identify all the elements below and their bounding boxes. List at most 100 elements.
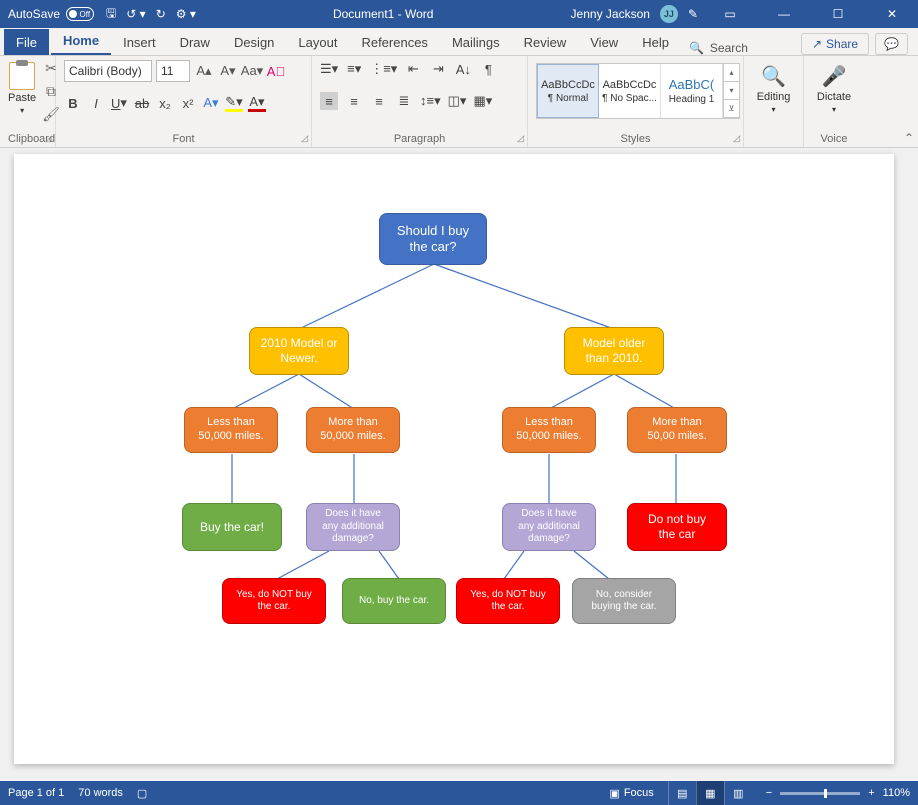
align-center-icon[interactable]: ≡ [345,92,363,110]
tab-insert[interactable]: Insert [111,29,168,55]
tab-home[interactable]: Home [51,27,111,55]
paragraph-launcher-icon[interactable]: ◿ [517,133,524,144]
node-damage-b[interactable]: Does it have any additional damage? [502,503,596,551]
save-icon[interactable]: 🖫 [106,4,116,25]
style-name: ¶ No Spac... [602,93,657,104]
line-spacing-icon[interactable]: ↕≡▾ [420,92,441,110]
node-no-consider[interactable]: No, consider buying the car. [572,578,676,624]
strikethrough-icon[interactable]: ab [133,94,151,112]
italic-icon[interactable]: I [87,94,105,112]
styles-down-icon[interactable]: ▾ [724,82,739,100]
drawing-mode-icon[interactable]: ✎ [688,7,698,21]
zoom-slider[interactable] [780,792,860,795]
subscript-icon[interactable]: x₂ [156,94,174,112]
shading-icon[interactable]: ◫▾ [448,92,467,110]
node-root[interactable]: Should I buy the car? [379,213,487,265]
node-more-50k-a[interactable]: More than 50,000 miles. [306,407,400,453]
shrink-font-icon[interactable]: A▾ [218,61,238,81]
decision-tree-diagram[interactable]: Should I buy the car? 2010 Model or Newe… [14,154,894,764]
tab-draw[interactable]: Draw [168,29,222,55]
zoom-level[interactable]: 110% [883,787,910,799]
align-left-icon[interactable]: ≡ [320,92,338,110]
grow-font-icon[interactable]: A▴ [194,61,214,81]
text-effects-icon[interactable]: A▾ [202,94,220,112]
search-box[interactable]: 🔍 Search [681,41,756,55]
style-no-spacing[interactable]: AaBbCcDc ¶ No Spac... [599,64,661,118]
comments-button[interactable]: 💬 [875,33,908,55]
bold-icon[interactable]: B [64,94,82,112]
multilevel-list-icon[interactable]: ⋮≡▾ [370,60,397,78]
style-heading1[interactable]: AaBbC( Heading 1 [661,64,723,118]
tab-design[interactable]: Design [222,29,286,55]
styles-more-icon[interactable]: ⊻ [724,100,739,118]
clipboard-launcher-icon[interactable]: ◿ [45,133,52,144]
show-marks-icon[interactable]: ¶ [479,60,497,78]
node-less-50k-b[interactable]: Less than 50,000 miles. [502,407,596,453]
read-mode-icon[interactable]: ▤ [668,781,696,805]
sort-icon[interactable]: A↓ [454,60,472,78]
maximize-icon[interactable]: ☐ [816,0,860,28]
styles-up-icon[interactable]: ▴ [724,64,739,82]
editing-button[interactable]: 🔍 Editing ▾ [752,60,795,114]
node-more-50k-b[interactable]: More than 50,00 miles. [627,407,727,453]
change-case-icon[interactable]: Aa▾ [242,61,262,81]
document-area[interactable]: Should I buy the car? 2010 Model or Newe… [0,148,918,781]
page-number[interactable]: Page 1 of 1 [8,787,64,799]
toggle-off-icon: Off [66,7,94,21]
user-name[interactable]: Jenny Jackson [571,7,650,21]
node-buy[interactable]: Buy the car! [182,503,282,551]
node-damage-a[interactable]: Does it have any additional damage? [306,503,400,551]
font-name-combo[interactable]: Calibri (Body) [64,60,152,82]
share-button[interactable]: ↗ Share [801,33,869,55]
undo-icon[interactable]: ↺ ▾ [126,7,145,21]
tab-references[interactable]: References [349,29,439,55]
font-size-combo[interactable]: 11 [156,60,190,82]
font-color-icon[interactable]: A▾ [248,94,266,112]
increase-indent-icon[interactable]: ⇥ [429,60,447,78]
styles-launcher-icon[interactable]: ◿ [733,133,740,144]
ribbon-display-icon[interactable]: ▭ [708,0,752,28]
superscript-icon[interactable]: x² [179,94,197,112]
clear-formatting-icon[interactable]: A⃠ [266,61,286,81]
node-2010-newer[interactable]: 2010 Model or Newer. [249,327,349,375]
tab-view[interactable]: View [578,29,630,55]
tab-mailings[interactable]: Mailings [440,29,512,55]
focus-mode[interactable]: ▣Focus [609,787,653,800]
node-older-2010[interactable]: Model older than 2010. [564,327,664,375]
borders-icon[interactable]: ▦▾ [473,92,492,110]
collapse-ribbon-icon[interactable]: ⌃ [904,131,914,145]
paste-button[interactable]: Paste ▾ [8,62,36,115]
align-right-icon[interactable]: ≡ [370,92,388,110]
decrease-indent-icon[interactable]: ⇤ [404,60,422,78]
tab-file[interactable]: File [4,29,49,55]
proofing-icon[interactable]: ▢ [137,787,147,800]
node-do-not-buy[interactable]: Do not buy the car [627,503,727,551]
web-layout-icon[interactable]: ▥ [724,781,752,805]
redo-icon[interactable]: ↻ [156,7,166,21]
tab-review[interactable]: Review [512,29,579,55]
justify-icon[interactable]: ≣ [395,92,413,110]
autosave-toggle[interactable]: AutoSave Off [8,7,94,21]
bullets-icon[interactable]: ☰▾ [320,60,338,78]
zoom-in-icon[interactable]: + [868,787,874,799]
tab-help[interactable]: Help [630,29,681,55]
numbering-icon[interactable]: ≡▾ [345,60,363,78]
print-layout-icon[interactable]: ▦ [696,781,724,805]
dictate-button[interactable]: 🎤 Dictate ▾ [812,60,856,114]
node-no-buy[interactable]: No, buy the car. [342,578,446,624]
page: Should I buy the car? 2010 Model or Newe… [14,154,894,764]
close-icon[interactable]: ✕ [870,0,914,28]
word-count[interactable]: 70 words [78,787,123,799]
zoom-out-icon[interactable]: − [766,787,772,799]
user-avatar[interactable]: JJ [660,5,678,23]
node-yes-not-buy-a[interactable]: Yes, do NOT buy the car. [222,578,326,624]
font-launcher-icon[interactable]: ◿ [301,133,308,144]
minimize-icon[interactable]: — [762,0,806,28]
tab-layout[interactable]: Layout [286,29,349,55]
node-yes-not-buy-b[interactable]: Yes, do NOT buy the car. [456,578,560,624]
style-normal[interactable]: AaBbCcDc ¶ Normal [537,64,599,118]
node-less-50k-a[interactable]: Less than 50,000 miles. [184,407,278,453]
underline-icon[interactable]: U▾ [110,94,128,112]
customize-qat-icon[interactable]: ⚙ ▾ [176,7,196,21]
highlight-icon[interactable]: ✎▾ [225,94,243,112]
